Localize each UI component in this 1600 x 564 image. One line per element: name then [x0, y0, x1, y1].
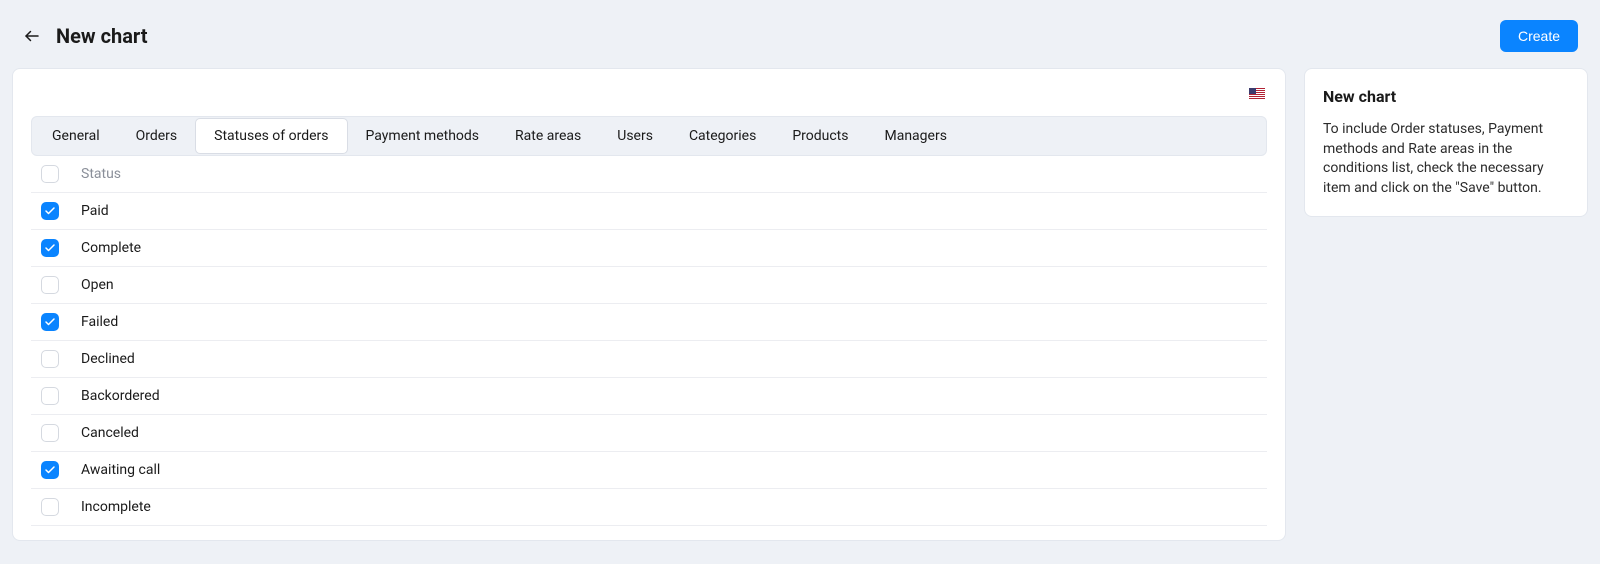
tab-statuses-of-orders[interactable]: Statuses of orders — [195, 118, 347, 154]
status-label: Open — [81, 277, 114, 293]
main-panel: GeneralOrdersStatuses of ordersPayment m… — [12, 68, 1286, 541]
tab-managers[interactable]: Managers — [866, 119, 964, 153]
tab-rate-areas[interactable]: Rate areas — [497, 119, 599, 153]
topbar-left: New chart — [22, 24, 147, 48]
status-checkbox[interactable] — [41, 239, 59, 257]
arrow-left-icon — [23, 27, 41, 45]
side-panel-text: To include Order statuses, Payment metho… — [1323, 120, 1569, 198]
status-label: Backordered — [81, 388, 160, 404]
tab-users[interactable]: Users — [599, 119, 671, 153]
status-checkbox[interactable] — [41, 276, 59, 294]
select-all-checkbox[interactable] — [41, 165, 59, 183]
status-checkbox[interactable] — [41, 350, 59, 368]
status-checkbox[interactable] — [41, 461, 59, 479]
table-row: Canceled — [31, 415, 1267, 452]
table-row: Paid — [31, 193, 1267, 230]
table-row: Complete — [31, 230, 1267, 267]
status-checkbox[interactable] — [41, 424, 59, 442]
tab-categories[interactable]: Categories — [671, 119, 774, 153]
status-label: Incomplete — [81, 499, 151, 515]
status-checkbox[interactable] — [41, 498, 59, 516]
status-checkbox[interactable] — [41, 313, 59, 331]
content: GeneralOrdersStatuses of ordersPayment m… — [0, 68, 1600, 561]
status-label: Declined — [81, 351, 135, 367]
status-label: Failed — [81, 314, 118, 330]
status-table: Status Paid Complete Open Failed Declined Bac… — [31, 156, 1267, 526]
status-checkbox[interactable] — [41, 387, 59, 405]
table-header-row: Status — [31, 156, 1267, 193]
status-label: Awaiting call — [81, 462, 160, 478]
status-checkbox[interactable] — [41, 202, 59, 220]
back-button[interactable] — [22, 26, 42, 46]
table-row: Failed — [31, 304, 1267, 341]
page: New chart Create — [0, 0, 1600, 564]
status-label: Paid — [81, 203, 109, 219]
tab-payment-methods[interactable]: Payment methods — [348, 119, 497, 153]
tab-orders[interactable]: Orders — [118, 119, 196, 153]
table-header-label: Status — [81, 166, 121, 182]
create-button[interactable]: Create — [1500, 20, 1578, 52]
tab-general[interactable]: General — [34, 119, 118, 153]
tab-products[interactable]: Products — [774, 119, 866, 153]
tabs: GeneralOrdersStatuses of ordersPayment m… — [31, 116, 1267, 156]
status-label: Complete — [81, 240, 141, 256]
table-row: Backordered — [31, 378, 1267, 415]
table-row: Open — [31, 267, 1267, 304]
side-panel-title: New chart — [1323, 87, 1569, 106]
table-row: Incomplete — [31, 489, 1267, 526]
topbar: New chart Create — [0, 0, 1600, 68]
flag-us-icon[interactable] — [1249, 87, 1265, 98]
page-title: New chart — [56, 24, 147, 48]
table-row: Declined — [31, 341, 1267, 378]
language-bar — [31, 87, 1267, 98]
status-label: Canceled — [81, 425, 139, 441]
table-row: Awaiting call — [31, 452, 1267, 489]
side-panel: New chart To include Order statuses, Pay… — [1304, 68, 1588, 217]
